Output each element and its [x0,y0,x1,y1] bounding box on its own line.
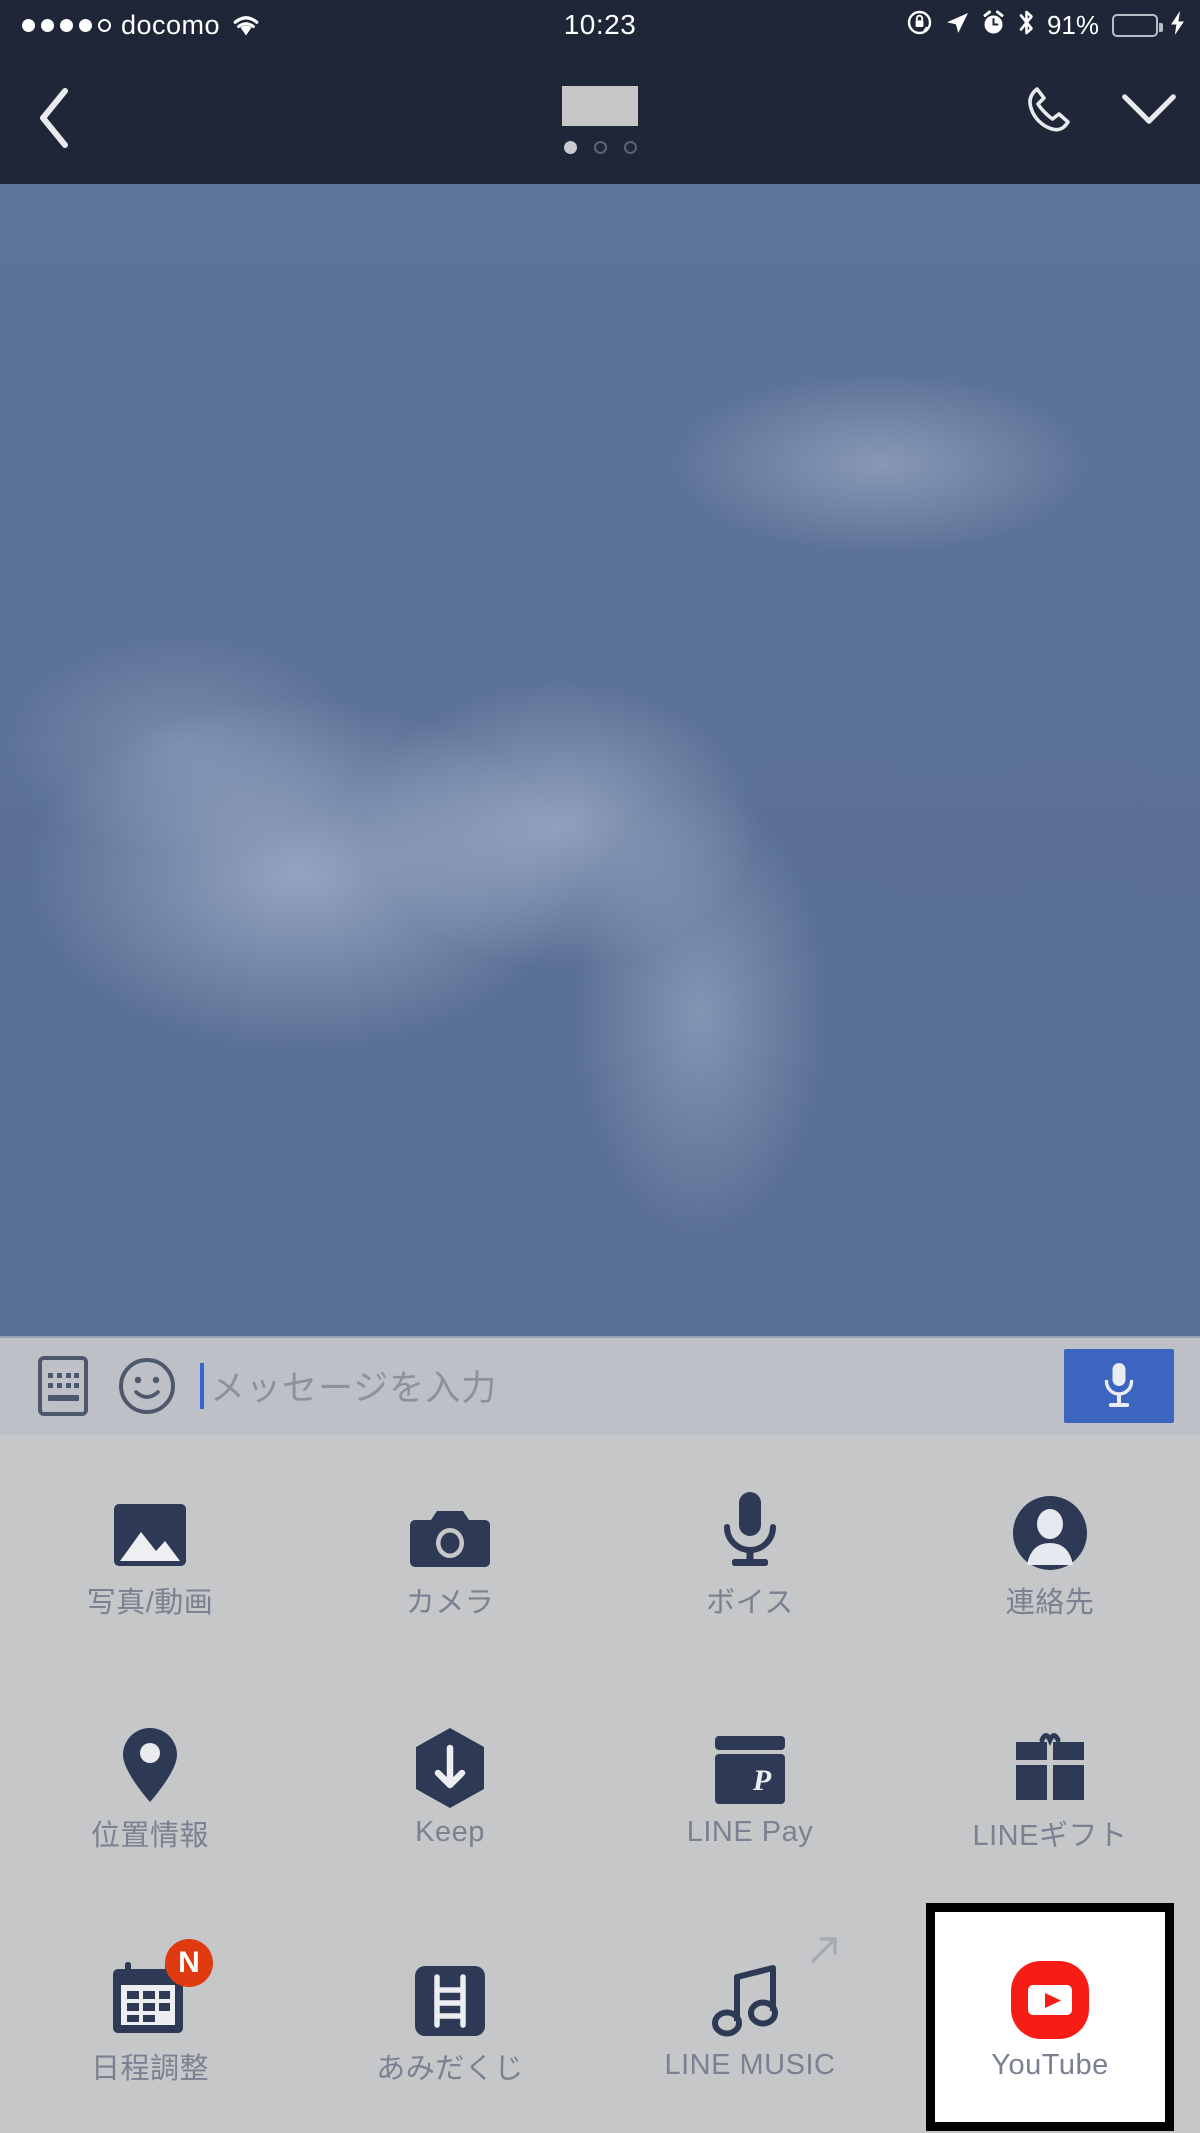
app-item-contacts[interactable]: 連絡先 [900,1435,1200,1668]
app-item-amidakuji[interactable]: あみだくじ [300,1900,600,2133]
svg-text:P: P [752,1764,772,1797]
app-item-location[interactable]: 位置情報 [0,1668,300,1901]
app-label: YouTube [991,2049,1109,2082]
music-note-icon [711,1937,837,2043]
bluetooth-icon [1017,8,1036,42]
app-label: LINE MUSIC [664,2049,836,2082]
gift-box-icon [1010,1714,1090,1806]
external-link-arrow-icon [807,1933,841,1972]
youtube-logo-icon [1007,1951,1093,2043]
app-item-camera[interactable]: カメラ [300,1435,600,1668]
app-item-keep[interactable]: Keep [300,1668,600,1901]
line-pay-card-icon: P [710,1718,790,1810]
chat-background-photo [0,184,1200,1336]
collapse-menu-button[interactable] [1120,80,1178,138]
microphone-icon [1104,1362,1134,1407]
keep-hexagon-arrow-icon [412,1718,488,1810]
app-label: LINEギフト [972,1819,1128,1852]
contact-person-icon [1010,1481,1090,1573]
app-item-youtube[interactable]: YouTube [926,1902,1174,2131]
message-input-placeholder: メッセージを入力 [210,1369,498,1408]
phone-handset-icon [1028,87,1070,132]
rotation-lock-icon [906,9,933,41]
app-label: LINE Pay [686,1816,814,1849]
lightning-bolt-icon [1169,10,1186,41]
location-arrow-icon [944,10,970,41]
keyboard-icon [38,1355,88,1416]
emoji-button[interactable] [114,1353,180,1419]
chevron-down-icon [1122,94,1176,124]
app-label: 写真/動画 [86,1587,214,1620]
app-item-line-music[interactable]: LINE MUSIC [600,1900,900,2133]
status-badge: N [165,1938,213,1987]
app-item-line-pay[interactable]: P LINE Pay [600,1668,900,1901]
voice-microphone-icon [717,1481,783,1573]
message-input-bar: メッセージを入力 [0,1336,1200,1435]
ladder-lottery-icon [412,1947,488,2039]
status-bar-right: 91% [906,0,1186,50]
text-caret [200,1362,204,1409]
app-label: ボイス [706,1587,794,1620]
page-dot-2[interactable] [593,141,607,154]
voice-record-button[interactable] [1064,1348,1174,1423]
chat-title-redacted [562,86,638,126]
app-label: あみだくじ [376,2052,524,2085]
chat-nav-bar [0,50,1200,184]
page-dot-1[interactable] [563,141,577,154]
photo-video-icon [108,1481,192,1573]
line-chat-screen: docomo 10:23 91% メッセージを入力 写真/動画 カメラ ボイス … [0,0,1200,2133]
attachment-app-grid: 写真/動画 カメラ ボイス 連絡先 位置情報 Keep P LINE Pay L… [0,1435,1200,2133]
alarm-clock-icon [981,10,1006,41]
message-input-field[interactable]: メッセージを入力 [200,1360,1064,1411]
camera-icon [407,1481,493,1573]
location-pin-icon [117,1714,183,1806]
app-label: カメラ [405,1587,495,1620]
page-dot-3[interactable] [623,141,637,154]
app-label: Keep [415,1816,485,1849]
smiley-face-icon [119,1357,175,1414]
app-label: 連絡先 [1005,1587,1095,1620]
status-bar: docomo 10:23 91% [0,0,1200,50]
app-item-line-gift[interactable]: LINEギフト [900,1668,1200,1901]
calendar-icon: N [109,1938,213,2039]
app-label: 日程調整 [90,2052,209,2085]
app-item-voice[interactable]: ボイス [600,1435,900,1668]
battery-icon [1112,13,1163,37]
keyboard-toggle-button[interactable] [30,1353,96,1419]
app-item-photo-video[interactable]: 写真/動画 [0,1435,300,1668]
nav-actions [1018,80,1178,138]
call-button[interactable] [1018,80,1076,138]
page-indicator-dots [0,141,1200,154]
app-label: 位置情報 [90,1819,209,1852]
app-item-schedule[interactable]: N 日程調整 [0,1900,300,2133]
battery-percentage-label: 91% [1046,9,1099,40]
